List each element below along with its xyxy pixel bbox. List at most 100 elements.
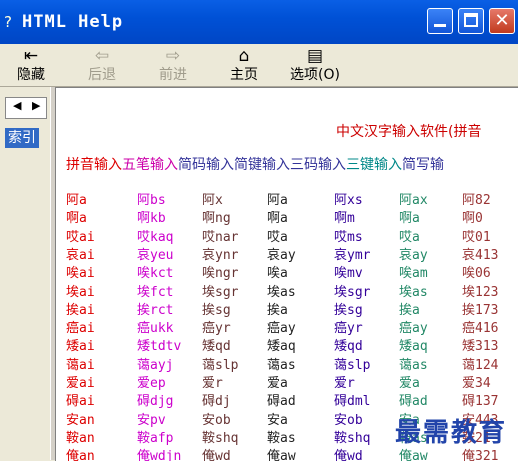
minimize-icon	[434, 24, 446, 27]
table-cell: 俺wdjn	[137, 449, 182, 461]
table-cell: 哀yeu	[137, 247, 174, 263]
table-cell: 爱r	[334, 376, 355, 391]
table-cell: 安ob	[202, 412, 231, 428]
table-cell: 挨ai	[66, 302, 95, 318]
table-cell: 挨a	[399, 302, 420, 318]
table-cell: 挨sg	[202, 302, 231, 318]
table-cell: 阿bs	[137, 193, 166, 208]
minimize-button[interactable]	[427, 8, 453, 34]
table-cell: 埃as	[399, 284, 428, 300]
table-cell: 碍ai	[66, 394, 95, 410]
table-cell: 碍ad	[267, 394, 296, 410]
method-link[interactable]: 三码输入	[290, 157, 346, 173]
table-cell: 蔼ai	[66, 357, 95, 373]
tab-index[interactable]: 索引	[5, 128, 39, 148]
forward-arrow-icon: ⇨	[165, 46, 181, 66]
back-button[interactable]: ⇦ 后退	[77, 46, 127, 84]
watermark-text: 最需教育	[395, 418, 508, 448]
table-cell: 碍dj	[202, 394, 231, 410]
close-icon: ✕	[494, 10, 510, 31]
method-link[interactable]: 简码输入	[178, 157, 234, 173]
method-link[interactable]: 三键输入	[346, 157, 402, 173]
table-cell: 矮313	[462, 339, 499, 355]
table-cell: 啊a	[66, 211, 87, 227]
table-cell: 埃sgr	[202, 284, 239, 300]
table-cell: 哀ai	[66, 247, 95, 263]
table-cell: 爱a	[267, 376, 288, 391]
table-cell: 俺wd	[202, 449, 231, 461]
method-link[interactable]: 简写输	[402, 157, 444, 173]
table-cell: 鞍an	[66, 430, 95, 446]
back-arrow-icon: ⇦	[94, 46, 110, 66]
scroll-left-icon[interactable]: ◀	[13, 99, 21, 112]
table-cell: 矮ai	[66, 339, 95, 355]
home-button[interactable]: ⌂ 主页	[219, 46, 269, 84]
method-link[interactable]: 五笔输入	[122, 157, 178, 173]
table-cell: 俺an	[66, 449, 95, 461]
table-cell: 安an	[66, 412, 95, 428]
table-cell: 挨173	[462, 302, 499, 318]
table-cell: 碍djg	[137, 394, 174, 410]
table-cell: 唉ai	[66, 266, 95, 282]
input-method-links: 拼音输入五笔输入简码输入简键输入三码输入三键输入简写输	[66, 154, 444, 174]
close-button[interactable]: ✕	[489, 8, 515, 34]
scroll-right-icon[interactable]: ▶	[32, 99, 40, 112]
table-cell: 挨rct	[137, 302, 174, 318]
table-cell: 哎01	[462, 229, 491, 245]
window-title: HTML Help	[22, 12, 124, 32]
table-cell: 俺aw	[399, 449, 428, 461]
table-cell: 爱ai	[66, 376, 95, 391]
table-cell: 蔼ayj	[137, 357, 174, 373]
table-cell: 啊m	[334, 211, 355, 227]
options-button[interactable]: ▤ 选项(O)	[284, 46, 346, 84]
table-cell: 埃ai	[66, 284, 95, 300]
table-cell: 癌ai	[66, 321, 95, 337]
method-link[interactable]: 简键输入	[234, 157, 290, 173]
table-cell: 癌416	[462, 321, 499, 337]
table-cell: 哀ymr	[334, 247, 371, 263]
table-cell: 爱r	[202, 376, 223, 391]
table-cell: 俺wd	[334, 449, 363, 461]
table-cell: 哀ay	[267, 247, 296, 263]
home-icon: ⌂	[238, 46, 250, 66]
table-cell: 啊kb	[137, 211, 166, 227]
table-cell: 鞍as	[267, 430, 296, 446]
table-cell: 唉a	[267, 266, 288, 282]
table-cell: 癌ay	[267, 321, 296, 337]
table-cell: 埃as	[267, 284, 296, 300]
table-cell: 哎nar	[202, 229, 239, 245]
maximize-button[interactable]	[458, 8, 484, 34]
table-cell: 蔼as	[267, 357, 296, 373]
table-cell: 爱ep	[137, 376, 166, 391]
table-cell: 阿a	[267, 193, 288, 208]
method-link[interactable]: 拼音输入	[66, 157, 122, 173]
hide-pane-icon: ⇤	[23, 46, 39, 66]
table-cell: 癌ukk	[137, 321, 174, 337]
table-cell: 碍ad	[399, 394, 428, 410]
table-cell: 唉am	[399, 266, 428, 282]
table-cell: 安pv	[137, 412, 166, 428]
table-cell: 蔼slp	[334, 357, 371, 373]
table-cell: 矮aq	[267, 339, 296, 355]
table-cell: 唉ngr	[202, 266, 239, 282]
title-bar: ? HTML Help ✕	[0, 0, 518, 44]
table-cell: 鞍shq	[202, 430, 239, 446]
table-cell: 阿a	[66, 193, 87, 208]
tab-scroll-arrows[interactable]: ◀ ▶	[5, 97, 47, 119]
table-cell: 矮tdtv	[137, 339, 182, 355]
table-cell: 哎a	[267, 229, 288, 245]
table-cell: 爱34	[462, 376, 491, 391]
table-cell: 安ob	[334, 412, 363, 428]
table-cell: 唉mv	[334, 266, 363, 282]
table-cell: 阿82	[462, 193, 491, 208]
table-cell: 癌ay	[399, 321, 428, 337]
table-cell: 哎ms	[334, 229, 363, 245]
forward-button[interactable]: ⇨ 前进	[148, 46, 198, 84]
table-cell: 挨sg	[334, 302, 363, 318]
table-cell: 埃fct	[137, 284, 174, 300]
table-cell: 碍dml	[334, 394, 371, 410]
maximize-icon	[464, 13, 478, 27]
table-cell: 鞍shq	[334, 430, 371, 446]
options-icon: ▤	[306, 46, 324, 66]
hide-button[interactable]: ⇤ 隐藏	[6, 46, 56, 84]
